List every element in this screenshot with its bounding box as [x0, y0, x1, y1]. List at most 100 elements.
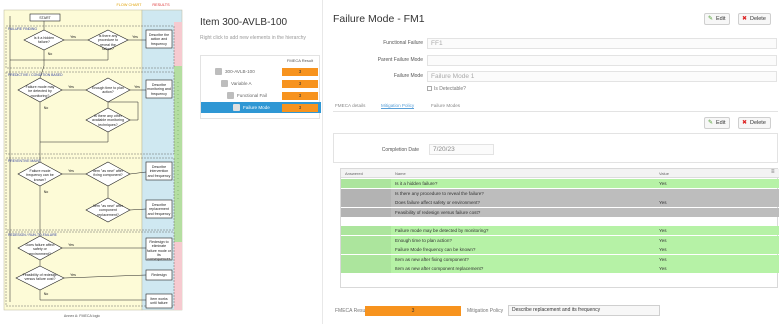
question-name: Enough time to plan action?	[395, 237, 452, 243]
section-label: FAILURE FINDING	[8, 27, 38, 31]
grid-header: Answered Name Value ≡	[341, 169, 779, 178]
question-value: Yes	[659, 247, 667, 252]
grid-menu-icon[interactable]: ≡	[771, 169, 775, 175]
question-row[interactable]: Item as new after fixing component? Yes	[341, 254, 779, 264]
tree-node-label: 300-AVLB-100	[225, 68, 255, 74]
question-name: Failure mode may be detected by monitori…	[395, 228, 489, 233]
question-row[interactable]: Is there any procedure to reveal the fai…	[341, 188, 779, 198]
parent-failure-mode-label: Parent Failure Mode	[377, 57, 423, 63]
question-row[interactable]: Failure mode may be detected by monitori…	[341, 226, 779, 236]
question-row[interactable]: Is it a hidden failure? Yes	[341, 179, 779, 189]
failure-mode-label: Failure Mode	[393, 73, 423, 79]
fmeca-result-label: FMECA Result	[335, 308, 368, 314]
flowchart-header-right: RESULTS	[152, 3, 170, 7]
yes-label: Yes	[68, 243, 74, 247]
result-box: Describe monitoring and frequency	[147, 83, 171, 96]
tab-mitigation-policy[interactable]: Mitigation Policy	[381, 103, 415, 109]
yes-label: Yes	[68, 169, 74, 173]
checkbox-box	[427, 86, 432, 91]
result-box: Describe replacement and frequency	[147, 203, 171, 216]
tree-node-label: Failure Mode	[243, 104, 270, 110]
question-row[interactable]: Enough time to plan action? Yes	[341, 235, 779, 245]
question-value: Yes	[659, 266, 667, 271]
tree-node[interactable]: Functional Fail 3	[201, 90, 321, 101]
functional-failure-label: Functional Failure	[383, 40, 423, 46]
tree-node[interactable]: Variable A 3	[201, 78, 321, 89]
is-detectable-checkbox[interactable]: Is Detectable?	[427, 86, 466, 92]
hierarchy-pane: Item 300-AVLB-100 Right click to add new…	[190, 0, 322, 324]
question-value: Yes	[659, 200, 667, 205]
yes-label: Yes	[132, 35, 138, 39]
functional-failure-field[interactable]: FF1	[427, 38, 777, 49]
tab-fmeca-details[interactable]: FMECA details	[335, 103, 365, 108]
question-name: Feasibility of redesign versus failure c…	[395, 209, 481, 215]
question-name: Failure Mode frequency can be known?	[395, 247, 476, 252]
tree-node-result: 3	[282, 91, 318, 100]
mitigation-policy-label: Mitigation Policy	[467, 308, 504, 314]
parent-failure-mode-field[interactable]	[427, 55, 777, 66]
question-name: Is there any procedure to reveal the fai…	[395, 190, 484, 196]
tab-failure-modes[interactable]: Failure Modes	[431, 103, 460, 108]
variable-icon	[221, 80, 228, 87]
no-label: No	[43, 106, 49, 110]
delete-icon: ✖	[742, 16, 748, 22]
question-row[interactable]: Feasibility of redesign versus failure c…	[341, 207, 779, 217]
question-name: Does failure affect safety or environmen…	[395, 200, 480, 205]
question-name: Item as new after fixing component?	[395, 256, 469, 262]
tab-delete-label: Delete	[750, 120, 766, 126]
section-label: PREVENTIVE MAINT.	[8, 159, 42, 163]
completion-date-label: Completion Date	[381, 147, 419, 153]
no-label: No	[43, 292, 49, 296]
tree-node-label: Functional Fail	[237, 92, 267, 98]
detail-tabs: FMECA details Mitigation Policy Failure …	[333, 102, 778, 112]
yes-label: Yes	[70, 273, 76, 277]
question-row[interactable]: Item as new after component replacement?…	[341, 264, 779, 274]
flowchart-start: START	[39, 15, 51, 20]
yes-label: Yes	[68, 85, 74, 89]
edit-button[interactable]: ✎ Edit	[704, 13, 731, 25]
delete-button[interactable]: ✖ Delete	[738, 13, 771, 25]
hierarchy-hint: Right click to add new elements in the h…	[200, 35, 306, 41]
mitigation-policy-field[interactable]: Describe replacement and its frequency	[508, 305, 660, 316]
result-box: Redesign to eliminate failure mode or it…	[147, 240, 171, 262]
tree-header: FMECA Result	[201, 56, 321, 66]
failure-mode-field[interactable]: Failure Mode 1	[427, 71, 777, 82]
question-value: Yes	[659, 256, 667, 262]
tab-delete-button[interactable]: ✖ Delete	[738, 117, 771, 129]
question-value: Yes	[659, 181, 667, 186]
equipment-icon	[215, 68, 222, 75]
question-row[interactable]: Failure Mode frequency can be known? Yes	[341, 245, 779, 255]
result-box: Describe intervention and frequency	[147, 165, 171, 178]
tree-node-result: 3	[282, 67, 318, 76]
result-box: Item works until failure	[150, 297, 168, 306]
tree-node-selected[interactable]: Failure Mode 3	[201, 102, 321, 113]
tab-edit-label: Edit	[716, 120, 726, 126]
fmeca-result-column: FMECA Result	[286, 58, 314, 63]
edit-button-label: Edit	[716, 16, 726, 22]
decision-node: Does failure affect safety or environmen…	[25, 243, 55, 256]
tree-node-result: 3	[282, 79, 318, 88]
question-name: Item as new after component replacement?	[395, 266, 484, 271]
completion-date-field[interactable]: 7/20/23	[429, 144, 494, 155]
questions-grid: Answered Name Value ≡ Is it a hidden fai…	[340, 168, 779, 288]
section-label: PREDICTIVE / CONDITION BASED	[8, 73, 63, 77]
is-detectable-label: Is Detectable?	[434, 86, 466, 92]
no-label: No	[47, 52, 53, 56]
tree-node-label: Variable A	[231, 80, 252, 86]
fmeca-flowchart: FLOW CHART RESULTS START FAILURE FINDING…	[2, 2, 188, 322]
name-column: Name	[395, 171, 406, 176]
detail-pane: Failure Mode - FM1 ✎ Edit ✖ Delete Functio…	[322, 0, 783, 324]
yes-label: Yes	[134, 85, 140, 89]
completion-panel: Completion Date 7/20/23	[333, 133, 778, 163]
tree-node[interactable]: 300-AVLB-100 3	[201, 66, 321, 77]
question-value: Yes	[659, 228, 667, 233]
tab-edit-button[interactable]: ✎ Edit	[704, 117, 731, 129]
question-row[interactable]: Does failure affect safety or environmen…	[341, 198, 779, 208]
value-column: Value	[659, 171, 669, 176]
grid-spacer	[341, 217, 779, 225]
functional-failure-icon	[227, 92, 234, 99]
decision-node: Item "as new" after fixing component?	[92, 169, 124, 178]
result-box: Redesign	[151, 273, 167, 277]
question-name: Is it a hidden failure?	[395, 181, 438, 186]
flowchart-header-left: FLOW CHART	[116, 3, 142, 7]
